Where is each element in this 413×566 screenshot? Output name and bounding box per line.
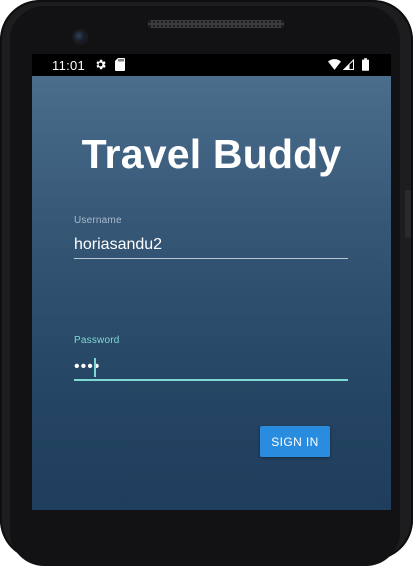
front-camera-icon xyxy=(74,31,86,43)
phone-screen: 11:01 Travel Buddy Username Password xyxy=(32,54,391,510)
signal-icon xyxy=(343,59,354,70)
battery-icon xyxy=(362,58,369,71)
password-field[interactable] xyxy=(74,354,348,380)
status-time: 11:01 xyxy=(52,58,86,73)
status-bar: 11:01 xyxy=(32,54,391,76)
sd-card-icon xyxy=(115,58,125,71)
app-title: Travel Buddy xyxy=(81,131,342,177)
username-label: Username xyxy=(74,215,122,226)
gear-icon xyxy=(96,59,106,70)
username-field[interactable] xyxy=(74,232,348,258)
login-screen: Travel Buddy Username Password SIGN IN xyxy=(32,76,391,510)
earpiece-speaker xyxy=(148,20,284,28)
username-underline xyxy=(74,258,348,259)
power-button xyxy=(405,190,411,238)
password-label: Password xyxy=(74,335,120,346)
wifi-icon xyxy=(328,59,341,70)
text-cursor xyxy=(94,358,96,377)
password-underline xyxy=(74,379,348,381)
sign-in-button[interactable]: SIGN IN xyxy=(260,426,330,457)
